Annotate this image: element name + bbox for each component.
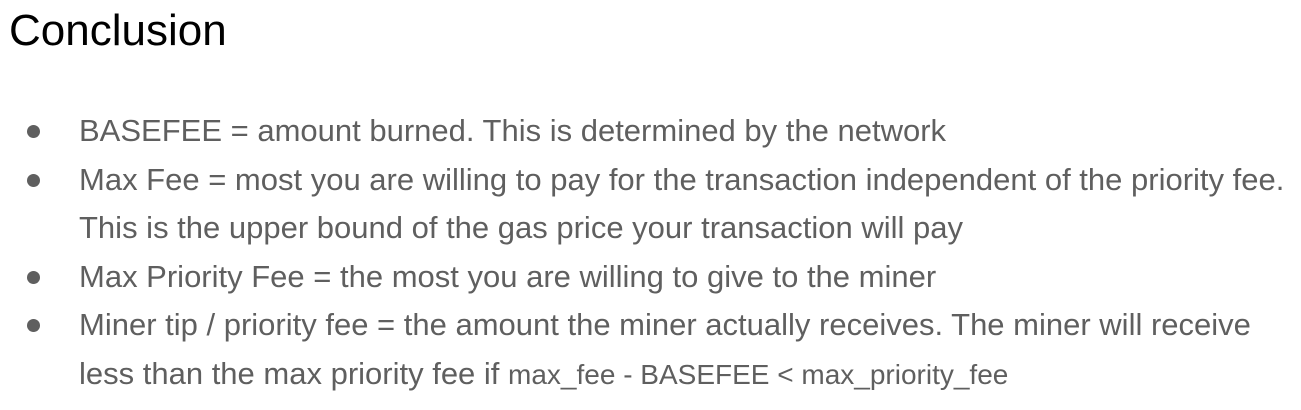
bullet-dot-icon: [27, 125, 40, 138]
bullet-item-max-fee: Max Fee = most you are willing to pay fo…: [0, 156, 1289, 253]
bullet-text: Max Priority Fee = the most you are will…: [79, 258, 937, 294]
bullet-item-basefee: BASEFEE = amount burned. This is determi…: [0, 107, 1289, 156]
bullet-list: BASEFEE = amount burned. This is determi…: [0, 107, 1301, 399]
bullet-dot-icon: [27, 173, 40, 187]
bullet-dot-icon: [27, 319, 40, 332]
bullet-item-miner-tip: Miner tip / priority fee = the amount th…: [0, 301, 1289, 399]
bullet-formula: max_fee - BASEFEE < max_priority_fee: [508, 358, 1009, 390]
bullet-text: BASEFEE = amount burned. This is determi…: [79, 113, 947, 148]
bullet-item-max-priority-fee: Max Priority Fee = the most you are will…: [0, 253, 1289, 302]
slide-title: Conclusion: [9, 6, 227, 55]
bullet-dot-icon: [27, 270, 40, 284]
bullet-text: Max Fee = most you are willing to pay fo…: [79, 161, 1285, 246]
slide: Conclusion BASEFEE = amount burned. This…: [0, 0, 1301, 410]
